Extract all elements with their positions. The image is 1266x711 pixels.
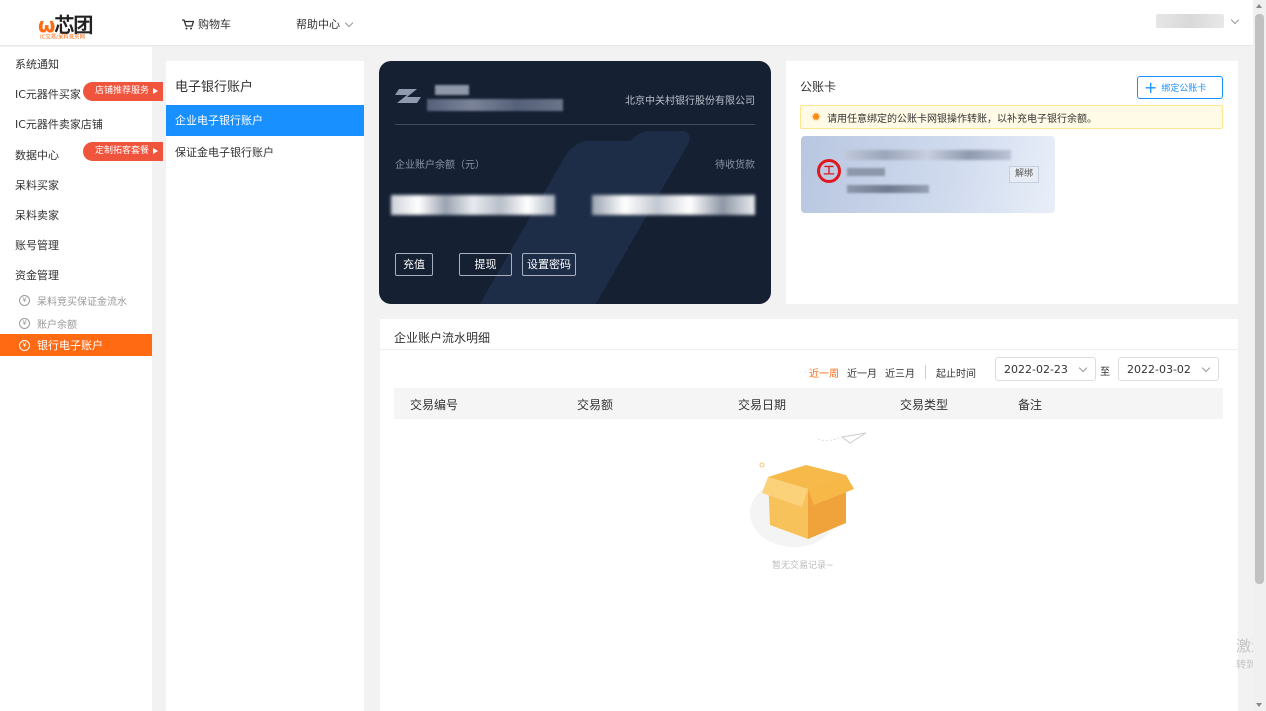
start-date-value: 2022-02-23: [1004, 362, 1068, 376]
sub-item-label: 银行电子账户: [37, 339, 103, 352]
chevron-down-icon: [344, 18, 354, 27]
range-week[interactable]: 近一周: [809, 365, 839, 380]
empty-box-illustration: [750, 432, 867, 547]
bank-card: 北京中关村银行股份有限公司 企业账户余额（元） 待收货款 充值 提现 设置密码: [379, 61, 771, 304]
store-promo-tag[interactable]: 店铺推荐服务: [83, 82, 164, 101]
plus-icon: +: [1144, 77, 1158, 97]
help-label: 帮助中心: [296, 18, 340, 31]
end-date-picker[interactable]: 2022-03-02: [1118, 357, 1219, 381]
bind-card-button[interactable]: + 绑定公账卡: [1137, 76, 1223, 99]
transactions-title: 企业账户流水明细: [394, 331, 491, 345]
end-date-value: 2022-03-02: [1127, 362, 1191, 376]
col-transaction-id: 交易编号: [410, 398, 459, 412]
range-filters: 近一周 近一月 近三月 起止时间: [809, 361, 976, 383]
site-logo[interactable]: ω芯团 IC交易/呆料竞买网: [38, 9, 118, 43]
col-amount: 交易额: [577, 398, 614, 412]
table-header: 交易编号 交易额 交易日期 交易类型 备注: [394, 388, 1223, 419]
divider: [380, 349, 1238, 350]
bank-account-nav: 电子银行账户 企业电子银行账户 保证金电子银行账户: [166, 61, 364, 711]
bank-name: 北京中关村银行股份有限公司: [625, 96, 755, 107]
cart-link[interactable]: 购物车: [182, 16, 231, 32]
sub-item-label: 呆料竞买保证金流水: [37, 297, 127, 308]
bind-label: 绑定公账卡: [1161, 84, 1207, 94]
coin-icon: ¥: [19, 318, 30, 329]
transaction-panel: 企业账户流水明细 近一周 近一月 近三月 起止时间 2022-02-23 至 2…: [380, 319, 1238, 711]
help-center-menu[interactable]: 帮助中心: [296, 16, 354, 32]
notice-text: 请用任意绑定的公账卡网银操作转账，以补充电子银行余额。: [827, 113, 1098, 125]
set-password-button[interactable]: 设置密码: [522, 253, 576, 276]
chevron-down-icon: [1230, 15, 1240, 24]
user-menu[interactable]: [1156, 14, 1240, 28]
sidebar-subitem-deposit-flow[interactable]: ¥ 呆料竞买保证金流水: [19, 293, 127, 308]
scroll-down-arrow-icon[interactable]: [1256, 703, 1262, 707]
to-label: 至: [1100, 367, 1110, 378]
range-month[interactable]: 近一月: [847, 365, 877, 380]
linked-bank-card: 工 解绑: [801, 136, 1055, 213]
col-date: 交易日期: [738, 398, 787, 412]
recharge-button[interactable]: 充值: [395, 253, 433, 276]
logo-subtitle: IC交易/呆料竞买网: [40, 33, 85, 41]
bank-logo-icon: [395, 89, 421, 103]
sun-icon: ✹: [811, 110, 822, 124]
top-bar: ω芯团 IC交易/呆料竞买网 购物车 帮助中心: [0, 0, 1266, 46]
coin-icon: ¥: [19, 339, 30, 351]
watermark-line-2: 转到“: [1236, 660, 1253, 671]
watermark-line-1: 激活: [1236, 637, 1253, 655]
custom-package-tag[interactable]: 定制拓客套餐: [83, 142, 164, 161]
card-divider: [395, 124, 755, 125]
balance-label: 企业账户余额（元）: [395, 160, 485, 171]
panel-title: 公账卡: [800, 80, 837, 94]
corporate-card-panel: 公账卡 + 绑定公账卡 ✹ 请用任意绑定的公账卡网银操作转账，以补充电子银行余额…: [786, 61, 1238, 304]
sidebar-subitem-bank-account[interactable]: ¥ 银行电子账户: [0, 334, 152, 356]
empty-state-text: 暂无交易记录~: [772, 561, 834, 571]
username-redacted: [1156, 14, 1224, 28]
scroll-up-arrow-icon[interactable]: [1256, 4, 1262, 8]
nav-item-deposit-account[interactable]: 保证金电子银行账户: [175, 144, 274, 160]
range-three-months[interactable]: 近三月: [885, 365, 915, 380]
unbind-button[interactable]: 解绑: [1009, 166, 1039, 183]
col-remark: 备注: [1018, 398, 1043, 412]
bank-nav-title: 电子银行账户: [175, 80, 254, 95]
cart-label: 购物车: [198, 18, 231, 31]
date-range-label: 起止时间: [936, 368, 976, 380]
sub-item-label: 账户余额: [37, 320, 77, 331]
notice-banner: ✹ 请用任意绑定的公账卡网银操作转账，以补充电子银行余额。: [800, 105, 1223, 129]
sidebar-item-fund-management[interactable]: 资金管理: [15, 267, 59, 283]
card-name-redacted: [843, 150, 1011, 160]
balance-value-redacted: [391, 195, 555, 215]
pending-label: 待收货款: [715, 160, 755, 171]
page-scrollbar[interactable]: [1253, 0, 1266, 711]
sidebar-item-ic-seller-store[interactable]: IC元器件卖家店铺: [15, 116, 103, 132]
card-number-redacted: [847, 185, 929, 193]
sidebar-item-data-center[interactable]: 数据中心: [15, 147, 59, 163]
account-name-redacted: [435, 85, 469, 95]
cart-icon: [182, 18, 194, 29]
sidebar: 系统通知 IC元器件买家 店铺推荐服务 IC元器件卖家店铺 数据中心 定制拓客套…: [0, 47, 164, 711]
sidebar-item-notifications[interactable]: 系统通知: [15, 56, 59, 72]
withdraw-button[interactable]: 提现: [459, 253, 512, 276]
sidebar-item-surplus-seller[interactable]: 呆料卖家: [15, 207, 59, 223]
coin-icon: ¥: [19, 295, 30, 306]
sidebar-subitem-balance[interactable]: ¥ 账户余额: [19, 316, 77, 331]
account-number-redacted: [427, 99, 563, 111]
scrollbar-thumb[interactable]: [1255, 14, 1264, 584]
start-date-picker[interactable]: 2022-02-23: [995, 357, 1096, 381]
pending-value-redacted: [592, 195, 755, 215]
icbc-logo-icon: 工: [817, 159, 841, 183]
col-type: 交易类型: [900, 398, 949, 412]
filter-separator: [925, 365, 926, 379]
sidebar-item-account-management[interactable]: 账号管理: [15, 237, 59, 253]
card-type-redacted: [847, 168, 885, 176]
nav-item-enterprise-account[interactable]: 企业电子银行账户: [166, 105, 364, 136]
chevron-down-icon: [1078, 363, 1088, 372]
sidebar-item-surplus-buyer[interactable]: 呆料买家: [15, 177, 59, 193]
sidebar-item-ic-buyer[interactable]: IC元器件买家: [15, 86, 81, 102]
windows-activation-watermark: 激活 转到“: [1236, 637, 1253, 675]
chevron-down-icon: [1201, 363, 1211, 372]
